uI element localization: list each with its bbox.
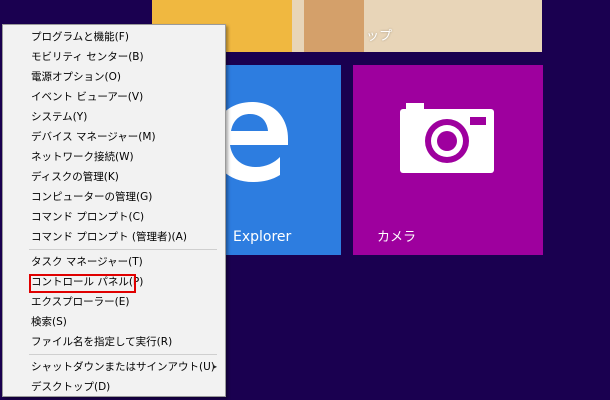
menu-item-run[interactable]: ファイル名を指定して実行(R) [3,332,225,352]
menu-item-desktop[interactable]: デスクトップ(D) [3,377,225,397]
menu-item-search[interactable]: 検索(S) [3,312,225,332]
menu-item-explorer[interactable]: エクスプローラー(E) [3,292,225,312]
desktop-tile-art-stripe [304,0,364,52]
camera-tile[interactable]: カメラ [353,65,543,255]
control-panel-highlight-box [29,274,136,293]
desktop-tile-label: ップ [366,29,393,44]
menu-item-command-prompt-admin[interactable]: コマンド プロンプト (管理者)(A) [3,227,225,247]
menu-item-power-options[interactable]: 電源オプション(O) [3,67,225,87]
camera-icon [400,103,494,173]
menu-item-event-viewer[interactable]: イベント ビューアー(V) [3,87,225,107]
power-user-menu: プログラムと機能(F) モビリティ センター(B) 電源オプション(O) イベン… [2,24,226,397]
menu-item-mobility-center[interactable]: モビリティ センター(B) [3,47,225,67]
menu-item-shutdown-signout-label: シャットダウンまたはサインアウト(U) [31,361,215,373]
menu-item-shutdown-signout[interactable]: シャットダウンまたはサインアウト(U) ▸ [3,357,225,377]
menu-item-network-connections[interactable]: ネットワーク接続(W) [3,147,225,167]
menu-item-command-prompt[interactable]: コマンド プロンプト(C) [3,207,225,227]
camera-tile-label: カメラ [377,230,417,245]
menu-item-programs-features[interactable]: プログラムと機能(F) [3,27,225,47]
menu-separator [29,354,217,355]
menu-item-task-manager[interactable]: タスク マネージャー(T) [3,252,225,272]
menu-item-system[interactable]: システム(Y) [3,107,225,127]
menu-item-disk-management[interactable]: ディスクの管理(K) [3,167,225,187]
menu-item-computer-management[interactable]: コンピューターの管理(G) [3,187,225,207]
menu-separator [29,249,217,250]
internet-explorer-tile-label: Explorer [233,229,292,245]
menu-item-device-manager[interactable]: デバイス マネージャー(M) [3,127,225,147]
chevron-right-icon: ▸ [212,362,217,371]
